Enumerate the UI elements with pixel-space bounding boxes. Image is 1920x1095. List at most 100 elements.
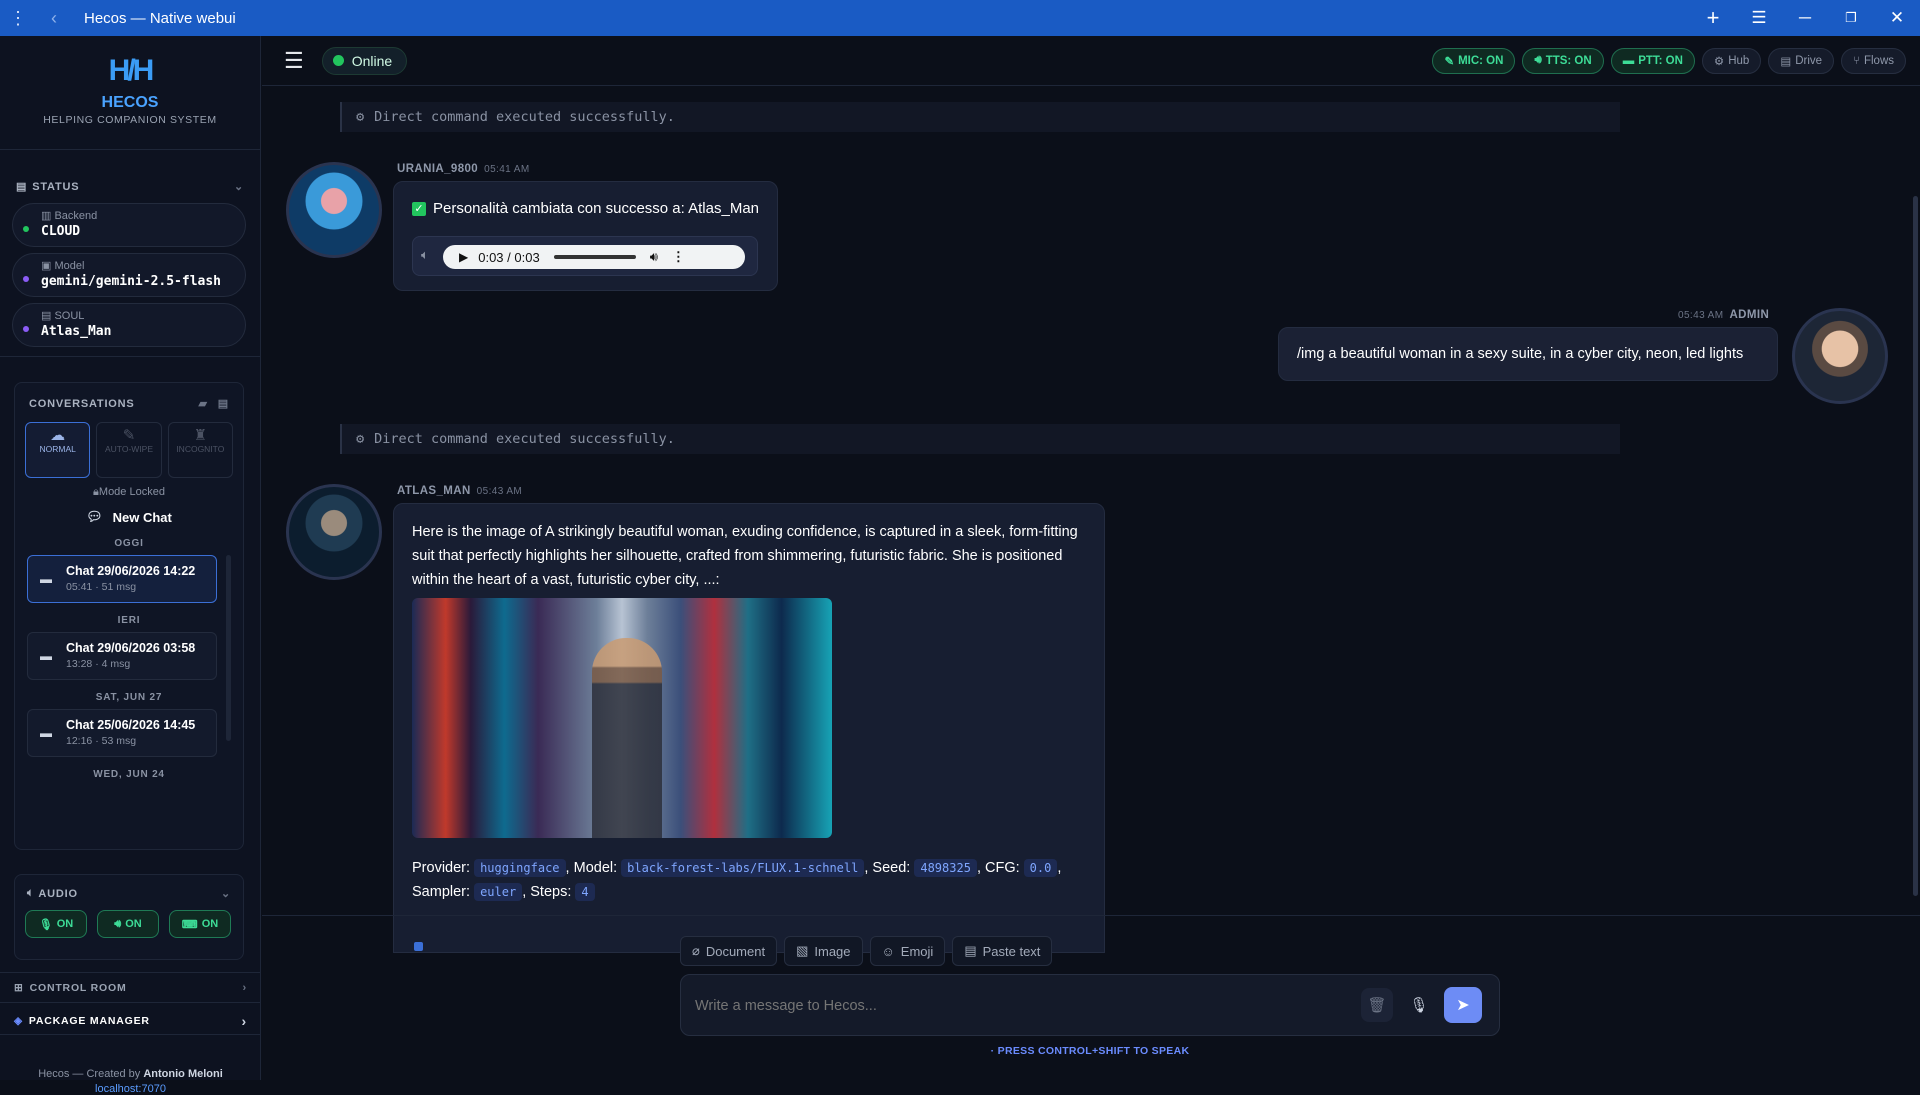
clear-button[interactable]: 🗑︎ bbox=[1361, 988, 1393, 1022]
provider-value: huggingface bbox=[474, 859, 566, 877]
volume-icon[interactable]: 🔊︎ bbox=[650, 249, 658, 265]
tts-pill[interactable]: 🔊︎ TTS: ON bbox=[1522, 47, 1604, 74]
control-room-link[interactable]: ⊞ CONTROL ROOM › bbox=[0, 982, 261, 994]
close-button[interactable]: ✕ bbox=[1874, 0, 1920, 36]
new-tab-icon[interactable]: + bbox=[1690, 0, 1736, 36]
speaker-icon: 🔊︎ bbox=[1534, 54, 1542, 66]
send-button[interactable]: ➤ bbox=[1444, 987, 1482, 1023]
gear-icon: ⚙ bbox=[356, 431, 365, 447]
folder-icon[interactable]: ▰ bbox=[199, 397, 208, 410]
status-label: Backend bbox=[54, 210, 98, 222]
package-icon: ◈ bbox=[14, 1015, 23, 1027]
mode-selector: ☁ NORMAL ✎ AUTO-WIPE ♜ INCOGNITO bbox=[15, 422, 243, 478]
mode-locked-text: Mode Locked bbox=[98, 486, 165, 498]
back-arrow-icon[interactable]: ‹ bbox=[36, 0, 72, 36]
attach-document-button[interactable]: ⌀ Document bbox=[680, 936, 778, 966]
minimize-button[interactable]: ─ bbox=[1782, 0, 1828, 36]
sidebar: H/H HECOS HELPING COMPANION SYSTEM ▤ STA… bbox=[0, 36, 261, 1095]
mode-normal[interactable]: ☁ NORMAL bbox=[25, 422, 91, 478]
mode-locked: 🔒︎Mode Locked bbox=[15, 486, 243, 499]
chat-list-item[interactable]: ▬ Chat 29/06/2026 03:58 13:28 · 4 msg bbox=[27, 632, 217, 680]
mode-auto-wipe[interactable]: ✎ AUTO-WIPE bbox=[96, 422, 162, 478]
voice-button[interactable]: 🎙︎ bbox=[1403, 988, 1435, 1022]
pill-label: MIC: ON bbox=[1458, 54, 1504, 67]
message-input[interactable] bbox=[695, 993, 1295, 1019]
status-label: Model bbox=[54, 260, 85, 272]
audio-header[interactable]: 🔈︎ AUDIO ⌄ bbox=[15, 887, 243, 900]
mic-pill[interactable]: ✎ MIC: ON bbox=[1432, 47, 1516, 74]
model-value: black-forest-labs/FLUX.1-schnell bbox=[621, 859, 865, 877]
mode-incognito[interactable]: ♜ INCOGNITO bbox=[167, 422, 233, 478]
day-separator: OGGI bbox=[114, 538, 144, 549]
cfg-value: 0.0 bbox=[1023, 859, 1058, 877]
status-value: gemini/gemini-2.5-flash bbox=[41, 274, 222, 289]
status-section-header[interactable]: ▤ STATUS ⌄ bbox=[0, 180, 260, 194]
audio-player: 🔈︎ ▶ 0:03 / 0:03 🔊︎ ⋮ bbox=[412, 236, 758, 276]
pill-label: TTS: ON bbox=[1545, 54, 1592, 67]
package-manager-link[interactable]: ◈ PACKAGE MANAGER › bbox=[0, 1013, 261, 1029]
more-options-icon[interactable]: ⋮ bbox=[672, 249, 685, 265]
message-composer: 🗑︎ 🎙︎ ➤ bbox=[680, 974, 1500, 1036]
chat-icon: ▬ bbox=[40, 649, 52, 663]
online-status-pill: Online bbox=[321, 46, 408, 75]
flows-pill[interactable]: ⑂ Flows bbox=[1841, 47, 1906, 74]
drive-pill[interactable]: ▤ Drive bbox=[1768, 47, 1835, 74]
ptt-pill[interactable]: ▬ PTT: ON bbox=[1610, 47, 1695, 74]
new-chat-button[interactable]: 💬︎ New Chat bbox=[15, 509, 243, 525]
divider bbox=[0, 1034, 261, 1035]
chat-scrollbar[interactable] bbox=[1913, 196, 1918, 896]
message-bubble: ✓ Personalità cambiata con successo a: A… bbox=[393, 181, 778, 291]
hamburger-menu-icon[interactable]: ☰ bbox=[1736, 0, 1782, 36]
status-backend: ▥ Backend CLOUD bbox=[12, 203, 246, 247]
footer-host-link[interactable]: localhost:7070 bbox=[0, 1083, 261, 1095]
emoji-button[interactable]: ☺ Emoji bbox=[869, 936, 946, 966]
play-button[interactable]: ▶ bbox=[459, 250, 468, 264]
mode-label: INCOGNITO bbox=[176, 444, 225, 454]
hamburger-menu-icon[interactable]: ☰ bbox=[284, 48, 304, 74]
chat-list-item[interactable]: ▬ Chat 25/06/2026 14:45 12:16 · 53 msg bbox=[27, 709, 217, 757]
attach-image-button[interactable]: ▧ Image bbox=[784, 936, 863, 966]
message-sender: ATLAS_MAN 05:43 AM bbox=[397, 485, 522, 497]
hub-pill[interactable]: ⚙ Hub bbox=[1701, 47, 1762, 74]
chat-icon: ▬ bbox=[40, 572, 52, 586]
generated-image[interactable] bbox=[412, 598, 832, 838]
system-message: ⚙ Direct command executed successfully. bbox=[340, 102, 1620, 132]
day-separator: WED, JUN 24 bbox=[93, 769, 165, 780]
pill-label: Hub bbox=[1728, 54, 1750, 67]
kebab-menu-icon[interactable]: ⋮ bbox=[0, 0, 36, 36]
flows-icon: ⑂ bbox=[1853, 54, 1860, 67]
grid-icon: ⊞ bbox=[14, 982, 24, 994]
restore-button[interactable]: ❐ bbox=[1828, 0, 1874, 36]
sender-name: ATLAS_MAN bbox=[397, 485, 471, 497]
status-model: ▣ Model gemini/gemini-2.5-flash bbox=[12, 253, 246, 297]
provider-label: Provider: bbox=[412, 860, 471, 876]
footer-credits: Hecos — Created by Antonio Meloni bbox=[0, 1068, 261, 1080]
drive-icon: ▤ bbox=[1780, 55, 1792, 68]
tool-label: Document bbox=[705, 943, 766, 959]
paste-text-button[interactable]: ▤ Paste text bbox=[952, 936, 1053, 966]
chevron-down-icon: ⌄ bbox=[220, 888, 231, 900]
chat-list-item[interactable]: ▬ Chat 29/06/2026 14:22 05:41 · 51 msg bbox=[27, 555, 217, 603]
divider bbox=[0, 356, 261, 357]
chat-meta: 05:41 · 51 msg bbox=[66, 581, 137, 593]
top-bar: ☰ Online ✎ MIC: ON 🔊︎ TTS: ON ▬ PTT: ON ⚙ Hu… bbox=[262, 36, 1920, 86]
system-message: ⚙ Direct command executed successfully. bbox=[340, 424, 1620, 454]
chat-title: Chat 29/06/2026 14:22 bbox=[66, 564, 196, 578]
day-separator: IERI bbox=[117, 615, 141, 626]
incognito-icon: ♜ bbox=[193, 427, 208, 444]
mode-label: AUTO-WIPE bbox=[104, 444, 153, 454]
audio-mic-toggle[interactable]: 🎙︎ ON bbox=[25, 910, 87, 938]
mic-icon: ✎ bbox=[1444, 55, 1455, 68]
audio-ptt-toggle[interactable]: ⌨ ON bbox=[169, 910, 231, 938]
conversations-scrollbar[interactable] bbox=[226, 555, 231, 741]
audio-progress[interactable] bbox=[553, 255, 636, 259]
audio-time: 0:03 / 0:03 bbox=[478, 249, 540, 265]
status-label: SOUL bbox=[54, 310, 85, 322]
status-dot bbox=[23, 276, 29, 282]
list-icon[interactable]: ▤ bbox=[218, 397, 229, 410]
model-label: Model: bbox=[573, 860, 618, 876]
conversations-heading: CONVERSATIONS bbox=[29, 397, 135, 410]
chevron-right-icon: › bbox=[241, 1013, 247, 1029]
audio-tts-toggle[interactable]: 🔊︎ ON bbox=[97, 910, 159, 938]
gear-icon: ⚙ bbox=[356, 109, 365, 125]
